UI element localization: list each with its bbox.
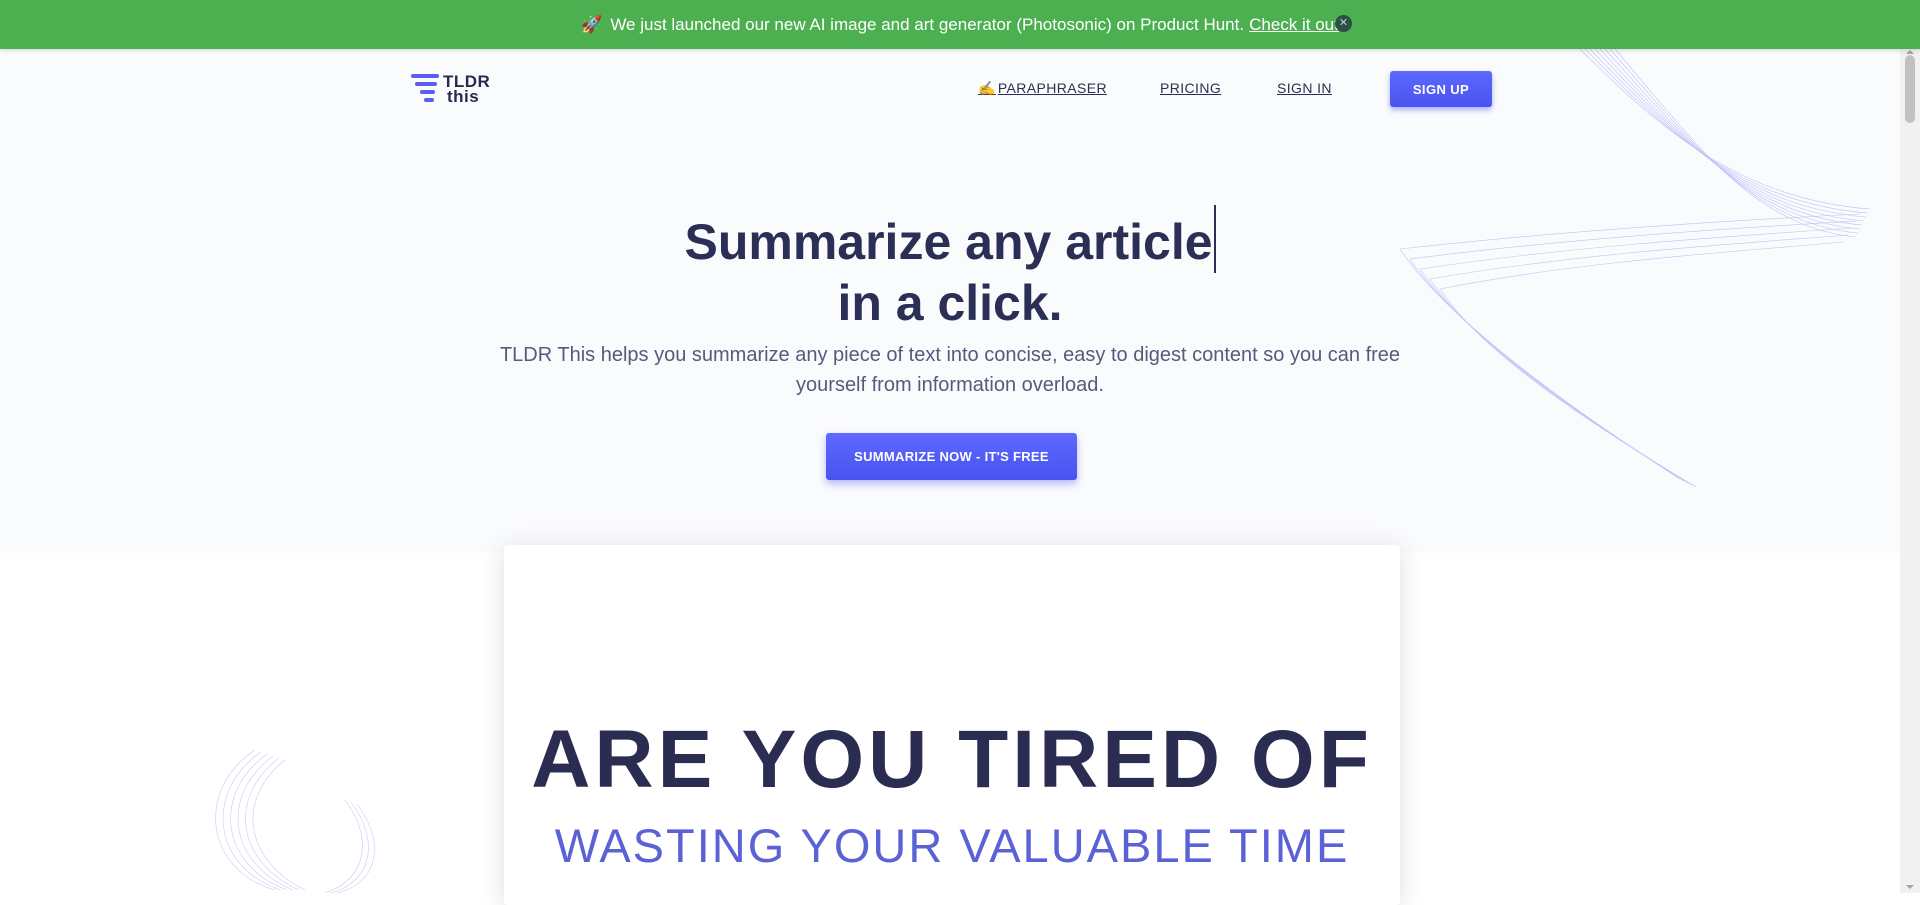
logo-text-line2: this <box>447 87 480 106</box>
banner-text: We just launched our new AI image and ar… <box>610 14 1245 34</box>
close-icon[interactable]: ✕ <box>1335 15 1352 32</box>
nav-pricing[interactable]: PRICING <box>1160 80 1221 96</box>
scrollbar-thumb[interactable] <box>1905 55 1915 123</box>
nav-paraphraser[interactable]: ✍️ PARAPHRASER <box>978 80 1107 97</box>
scroll-down-arrow-icon[interactable] <box>1906 885 1914 889</box>
page-scrollbar[interactable] <box>1900 0 1920 893</box>
pencil-icon: ✍️ <box>978 80 996 96</box>
nav-paraphraser-label: PARAPHRASER <box>997 80 1108 96</box>
decorative-waves-bottom-left <box>215 749 375 893</box>
summarize-now-button[interactable]: SUMMARIZE NOW - IT'S FREE <box>826 433 1077 480</box>
text-caret <box>1213 205 1216 273</box>
promo-card: ARE YOU TIRED OF WASTING YOUR VALUABLE T… <box>504 545 1400 905</box>
scroll-up-arrow-icon[interactable] <box>1906 50 1914 54</box>
promo-card-subline: WASTING YOUR VALUABLE TIME <box>554 819 1350 872</box>
banner-link[interactable]: Check it out <box>1249 15 1339 35</box>
hero-title-line1: Summarize any article <box>684 214 1213 270</box>
hero-subtitle: TLDR This helps you summarize any piece … <box>499 344 1401 396</box>
promo-card-headline: ARE YOU TIRED OF <box>531 714 1373 805</box>
nav-sign-in[interactable]: SIGN IN <box>1277 80 1332 96</box>
sign-up-button[interactable]: SIGN UP <box>1390 71 1492 107</box>
hero-title: Summarize any article in a click. <box>0 205 1900 333</box>
logo[interactable]: TLDR this <box>411 72 495 106</box>
announcement-banner: 🚀 We just launched our new AI image and … <box>0 0 1920 49</box>
hero-title-line2: in a click. <box>837 275 1063 331</box>
rocket-icon: 🚀 <box>581 14 603 34</box>
